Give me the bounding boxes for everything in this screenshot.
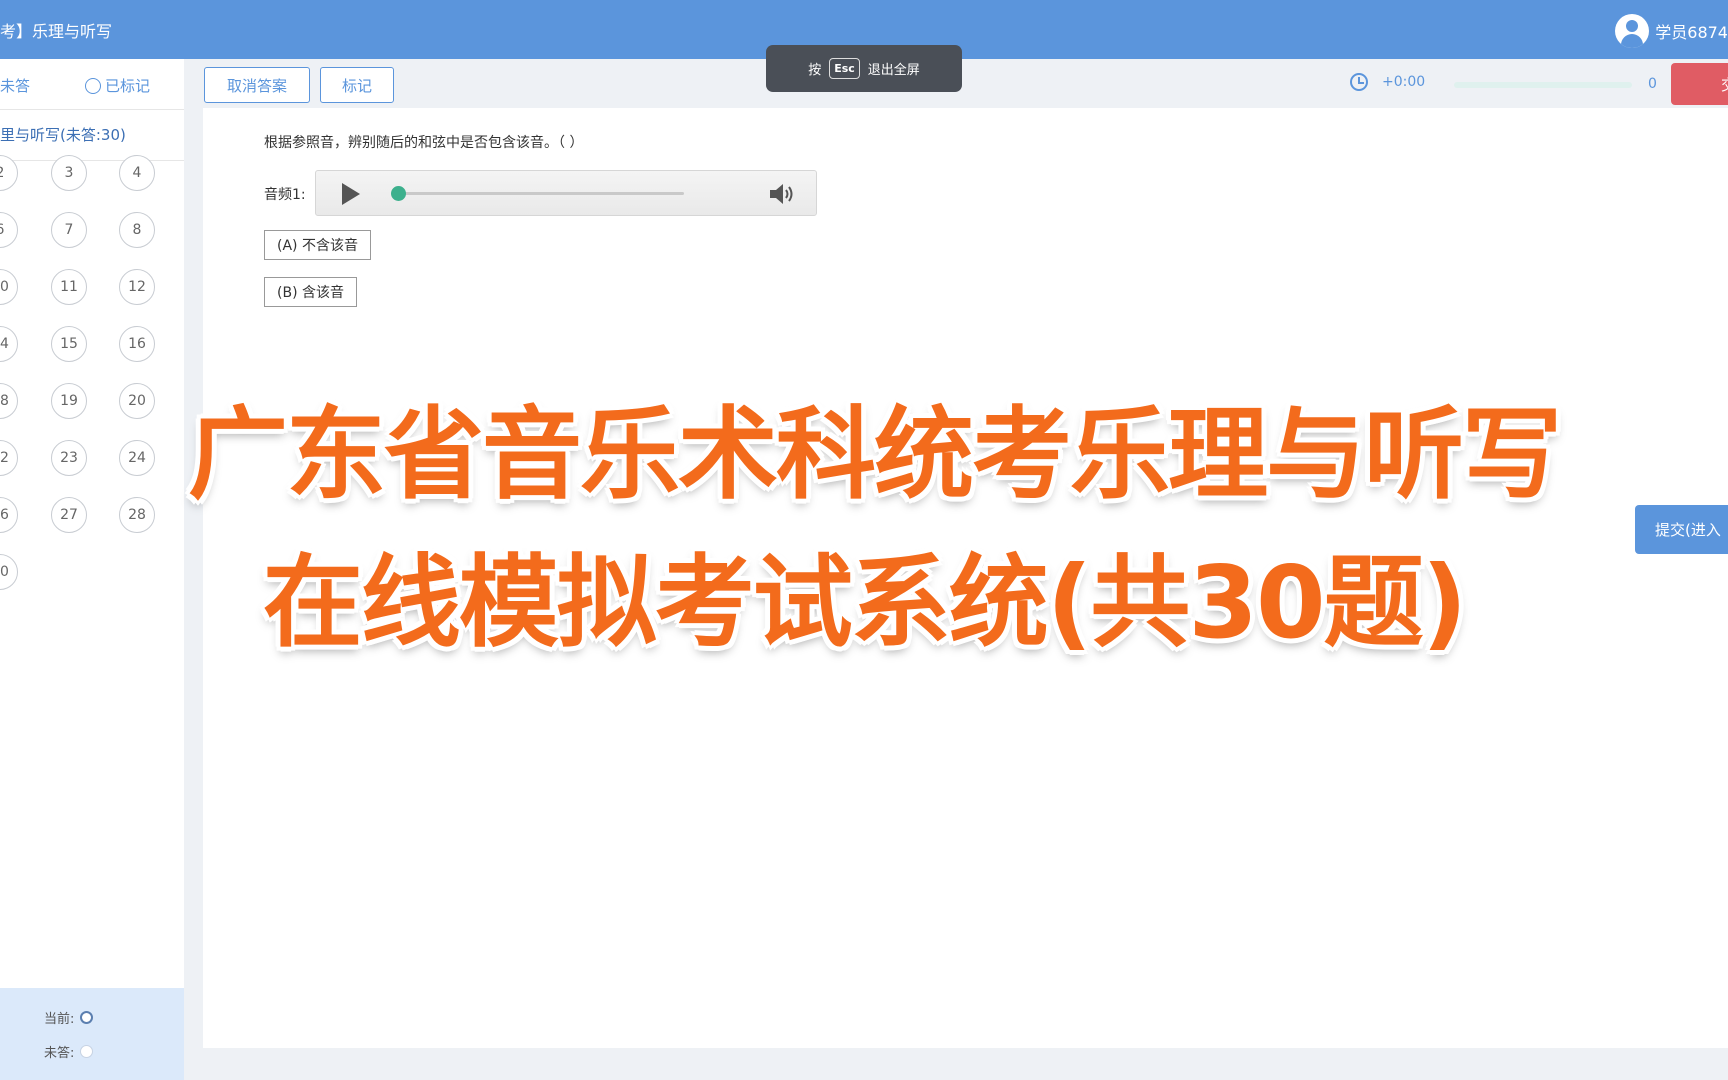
user-avatar-icon [1615, 14, 1650, 48]
legend-row: 未答 已标记 [0, 59, 184, 110]
section-title[interactable]: 里与听写(未答:30) [0, 110, 184, 161]
cancel-answer-button[interactable]: 取消答案 [204, 67, 310, 103]
current-ring-icon [80, 1011, 94, 1024]
question-number-button[interactable]: 10 [0, 269, 18, 305]
legend-current: 当前: [44, 1008, 94, 1027]
question-number-button[interactable]: 16 [119, 326, 155, 362]
clock-icon [1350, 73, 1368, 91]
audio-label: 音频1: [264, 187, 306, 203]
question-number-button[interactable]: 11 [51, 269, 87, 305]
question-text: 根据参照音，辨别随后的和弦中是否包含该音。（ ） [264, 135, 584, 151]
exam-title: 考】乐理与听写 [0, 22, 113, 41]
legend-current-label: 当前: [44, 1012, 75, 1027]
banner-line-1: 广东省音乐术科统考乐理与听写 [188, 396, 1562, 513]
play-icon[interactable] [342, 183, 360, 205]
submit-exam-button[interactable]: 交 [1671, 63, 1728, 105]
timer-value: +0:00 [1382, 74, 1426, 90]
option-a[interactable]: (A) 不含该音 [264, 230, 371, 260]
option-b[interactable]: (B) 含该音 [264, 277, 357, 307]
timer: +0:00 [1350, 73, 1425, 91]
legend-unanswered-label: 未答: [44, 1046, 75, 1061]
question-number-button[interactable]: 15 [51, 326, 87, 362]
marked-ring-icon [85, 77, 101, 94]
audio-seek-knob[interactable] [391, 186, 406, 201]
legend-unanswered: 未答: [44, 1042, 94, 1061]
answered-count: 0 [1648, 76, 1657, 92]
esc-hint-prefix: 按 [808, 63, 822, 78]
mark-button[interactable]: 标记 [320, 67, 394, 103]
question-number-button[interactable]: 7 [51, 212, 87, 248]
question-number-button[interactable]: 3 [51, 155, 87, 191]
unanswered-dot-icon [80, 1045, 94, 1058]
question-number-button[interactable]: 8 [119, 212, 155, 248]
question-number-button[interactable]: 6 [0, 212, 18, 248]
question-number-button[interactable]: 14 [0, 326, 18, 362]
filter-unanswered[interactable]: 未答 [0, 75, 30, 96]
banner-line-2: 在线模拟考试系统(共30题) [262, 544, 1468, 661]
audio-seek-track[interactable] [394, 192, 684, 195]
user-name: 学员6874 [1655, 23, 1728, 42]
esc-hint-suffix: 退出全屏 [867, 63, 920, 78]
esc-key-badge: Esc [829, 58, 860, 79]
volume-icon[interactable] [768, 182, 796, 206]
submit-side-button[interactable]: 提交(进入 [1635, 505, 1728, 554]
question-number-button[interactable]: 12 [119, 269, 155, 305]
filter-marked-label: 已标记 [105, 77, 151, 95]
fullscreen-exit-hint: 按 Esc 退出全屏 [766, 45, 962, 92]
question-number-button[interactable]: 4 [119, 155, 155, 191]
submit-exam-label: 交 [1721, 74, 1728, 95]
user-menu[interactable]: 学员6874 [1615, 14, 1728, 48]
filter-marked[interactable]: 已标记 [85, 75, 150, 96]
status-legend: 当前: 未答: [0, 988, 184, 1080]
answer-progress-bar [1454, 82, 1632, 88]
audio-player [315, 170, 817, 216]
